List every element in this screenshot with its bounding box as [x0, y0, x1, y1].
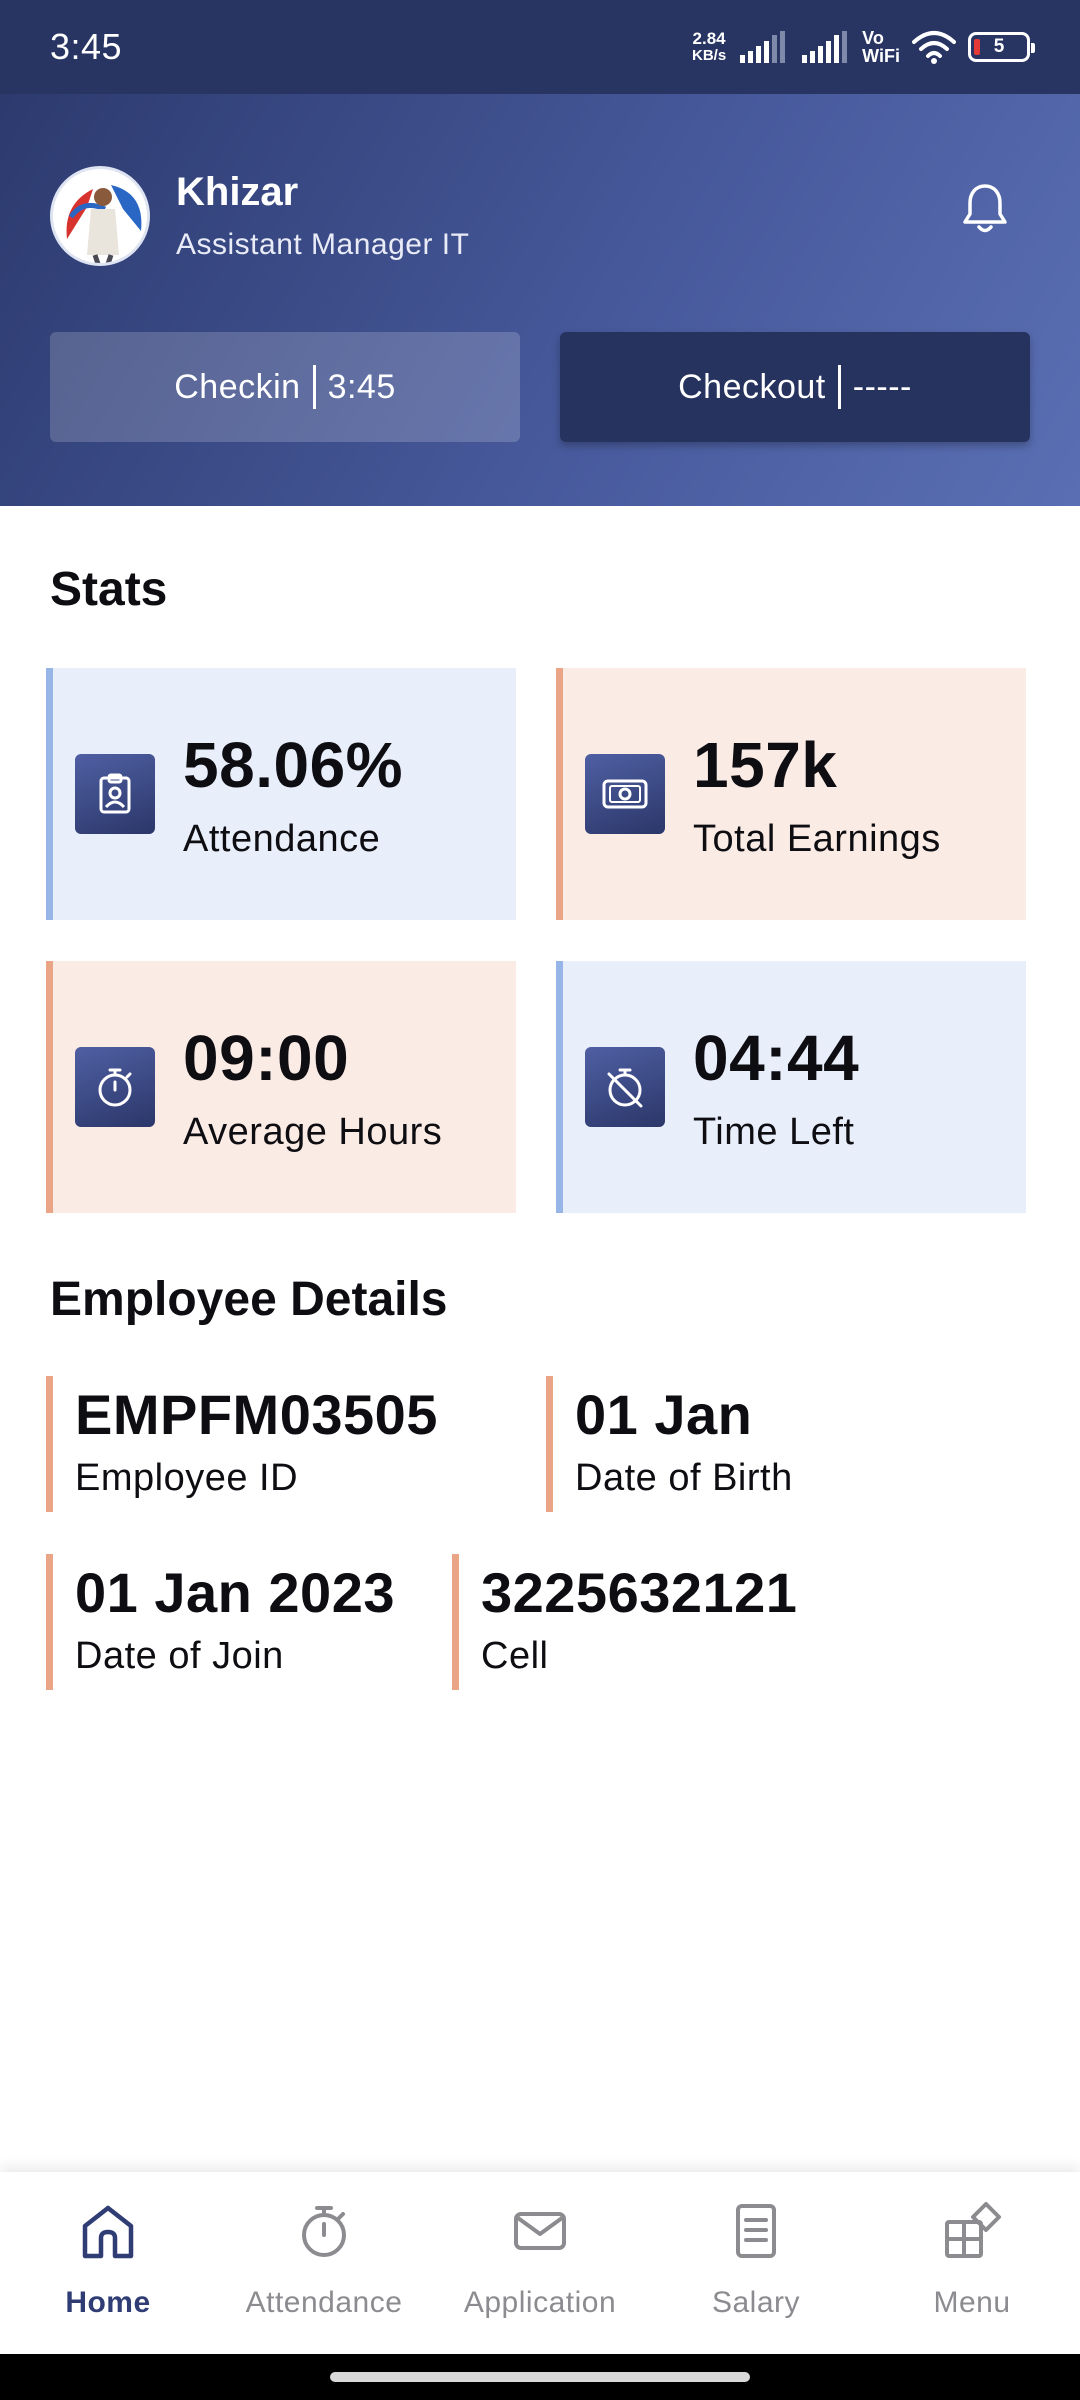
checkout-button[interactable]: Checkout -----	[560, 332, 1030, 442]
checkin-time: 3:45	[327, 367, 396, 406]
status-time: 3:45	[50, 26, 123, 67]
vowifi-top: Vo	[862, 28, 884, 48]
battery-icon: 5	[968, 32, 1035, 62]
employee-details-title: Employee Details	[50, 1273, 448, 1326]
vowifi-indicator: Vo WiFi	[862, 29, 900, 65]
network-speed-value: 2.84	[692, 29, 726, 48]
detail-value: 01 Jan 2023	[75, 1561, 395, 1624]
signal-icon-2	[802, 31, 848, 63]
nav-item-salary[interactable]: Salary	[648, 2172, 864, 2354]
home-icon	[82, 2205, 134, 2259]
user-name: Khizar	[176, 170, 299, 214]
stat-card-average-hours[interactable]: 09:00 Average Hours	[46, 961, 516, 1213]
detail-label: Date of Join	[75, 1635, 284, 1677]
nav-label: Application	[463, 2286, 617, 2319]
stat-label: Total Earnings	[693, 818, 941, 860]
avatar-image	[55, 171, 147, 263]
stat-value: 58.06%	[183, 729, 404, 801]
checkin-button[interactable]: Checkin 3:45	[50, 332, 520, 442]
wifi-icon	[912, 31, 956, 64]
stat-card-total-earnings[interactable]: 157k Total Earnings	[556, 668, 1026, 920]
nav-item-menu[interactable]: Menu	[864, 2172, 1080, 2354]
network-speed: 2.84 KB/s	[692, 30, 726, 64]
stat-label: Average Hours	[183, 1111, 443, 1153]
checkout-time: -----	[852, 367, 912, 406]
detail-date-of-birth: 01 Jan Date of Birth	[546, 1376, 793, 1512]
profile-header: Khizar Assistant Manager IT Checkin 3:45…	[0, 94, 1080, 506]
gesture-area	[0, 2354, 1080, 2400]
nav-item-attendance[interactable]: Attendance	[216, 2172, 432, 2354]
detail-employee-id: EMPFM03505 Employee ID	[46, 1376, 438, 1512]
stat-value: 157k	[693, 729, 838, 801]
checkout-label: Checkout	[678, 367, 826, 406]
clipboard-badge-icon	[75, 754, 155, 834]
avatar[interactable]	[50, 166, 150, 266]
stat-card-time-left[interactable]: 04:44 Time Left	[556, 961, 1026, 1213]
timer-off-icon	[585, 1047, 665, 1127]
document-icon	[736, 2204, 776, 2258]
grid-menu-icon	[945, 2202, 1001, 2258]
nav-item-application[interactable]: Application	[432, 2172, 648, 2354]
stat-value: 04:44	[693, 1022, 860, 1094]
detail-label: Date of Birth	[575, 1457, 793, 1499]
stopwatch-icon	[75, 1047, 155, 1127]
detail-value: EMPFM03505	[75, 1383, 438, 1446]
stats-title: Stats	[50, 563, 168, 616]
notification-bell-icon[interactable]	[955, 178, 1015, 238]
status-icons: 2.84 KB/s Vo WiFi 5	[692, 29, 1035, 65]
user-role: Assistant Manager IT	[176, 228, 470, 261]
stat-value: 09:00	[183, 1022, 350, 1094]
gesture-handle[interactable]	[330, 2372, 750, 2382]
nav-label: Salary	[711, 2286, 801, 2319]
stopwatch-icon	[302, 2206, 346, 2257]
nav-label: Home	[65, 2286, 151, 2319]
cash-icon	[585, 754, 665, 834]
stat-label: Attendance	[183, 818, 381, 860]
detail-value: 01 Jan	[575, 1383, 753, 1446]
detail-label: Employee ID	[75, 1457, 299, 1499]
detail-label: Cell	[481, 1635, 549, 1677]
stat-card-attendance[interactable]: 58.06% Attendance	[46, 668, 516, 920]
network-speed-unit: KB/s	[691, 47, 727, 64]
nav-label: Attendance	[245, 2286, 403, 2319]
battery-level: 5	[993, 36, 1005, 57]
nav-item-home[interactable]: Home	[0, 2172, 216, 2354]
signal-icon	[740, 31, 786, 63]
nav-label: Menu	[933, 2286, 1011, 2319]
checkout-divider	[837, 365, 841, 409]
mail-icon	[514, 2212, 566, 2250]
detail-date-of-join: 01 Jan 2023 Date of Join	[46, 1554, 395, 1690]
checkin-divider	[312, 365, 316, 409]
vowifi-bottom: WiFi	[862, 46, 900, 66]
status-bar: 3:45 2.84 KB/s Vo WiFi 5	[0, 0, 1080, 94]
detail-cell: 3225632121 Cell	[452, 1554, 797, 1690]
checkin-label: Checkin	[174, 367, 301, 406]
stat-label: Time Left	[693, 1111, 855, 1153]
bottom-navigation: Home Attendance Application Salary Menu	[0, 2172, 1080, 2354]
detail-value: 3225632121	[481, 1561, 798, 1624]
